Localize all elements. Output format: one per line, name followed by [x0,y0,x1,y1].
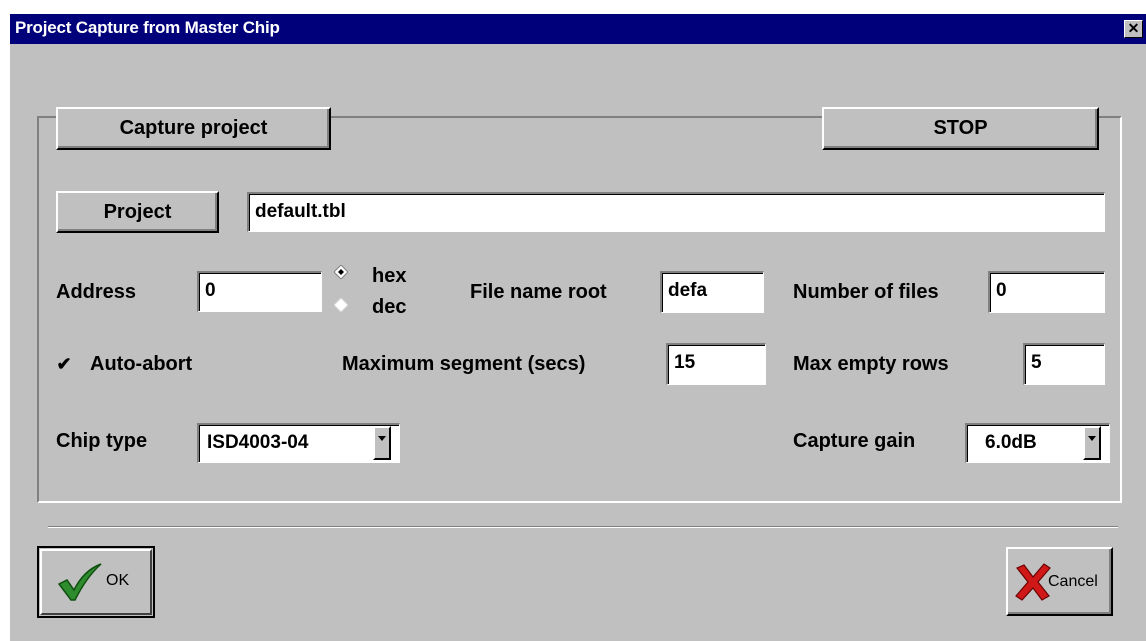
dec-label: dec [372,296,407,318]
maximum-segment-field[interactable]: 15 [666,343,766,385]
stop-button[interactable]: STOP [822,107,1099,150]
project-file-field[interactable]: default.tbl [247,192,1105,232]
number-of-files-label: Number of files [793,281,939,303]
chip-type-dropdown-arrow[interactable] [373,426,391,460]
hex-label: hex [372,265,407,287]
max-empty-rows-field[interactable]: 5 [1023,343,1105,385]
dec-radio[interactable] [334,298,348,312]
stop-label: STOP [933,117,988,139]
dialog-window: Project Capture from Master Chip ✕ Captu… [10,14,1146,641]
checkmark-icon: ✔ [56,354,72,374]
max-empty-rows-label: Max empty rows [793,353,949,375]
title-bar[interactable]: Project Capture from Master Chip ✕ [10,14,1146,44]
maximum-segment-label: Maximum segment (secs) [342,353,586,375]
chip-type-label: Chip type [56,430,148,452]
address-field[interactable]: 0 [197,271,322,312]
chip-type-value: ISD4003-04 [207,432,309,453]
file-name-root-label: File name root [470,281,607,303]
capture-project-label: Capture project [119,117,268,139]
address-label: Address [56,281,137,303]
file-name-root-field[interactable]: defa [660,271,764,313]
capture-gain-label: Capture gain [793,430,916,452]
window-title: Project Capture from Master Chip [15,18,280,37]
red-x-icon [1015,563,1051,601]
capture-gain-dropdown-arrow[interactable] [1083,426,1101,460]
green-check-icon [57,563,102,601]
capture-project-button[interactable]: Capture project [56,107,331,150]
cancel-button[interactable]: Cancel [1006,547,1113,616]
auto-abort-label: Auto-abort [90,353,193,375]
auto-abort-checkbox[interactable]: ✔ [56,354,72,374]
project-label: Project [103,200,172,223]
hex-radio[interactable] [334,265,348,279]
cancel-label: Cancel [1048,573,1098,590]
close-icon: ✕ [1127,20,1140,36]
chip-type-select[interactable]: ISD4003-04 [197,423,400,463]
capture-gain-value: 6.0dB [985,432,1037,453]
close-button[interactable]: ✕ [1124,20,1143,38]
number-of-files-field[interactable]: 0 [988,271,1105,313]
project-button[interactable]: Project [56,191,219,233]
ok-label: OK [106,572,130,589]
separator [48,526,1118,528]
ok-button[interactable]: OK [37,546,155,618]
